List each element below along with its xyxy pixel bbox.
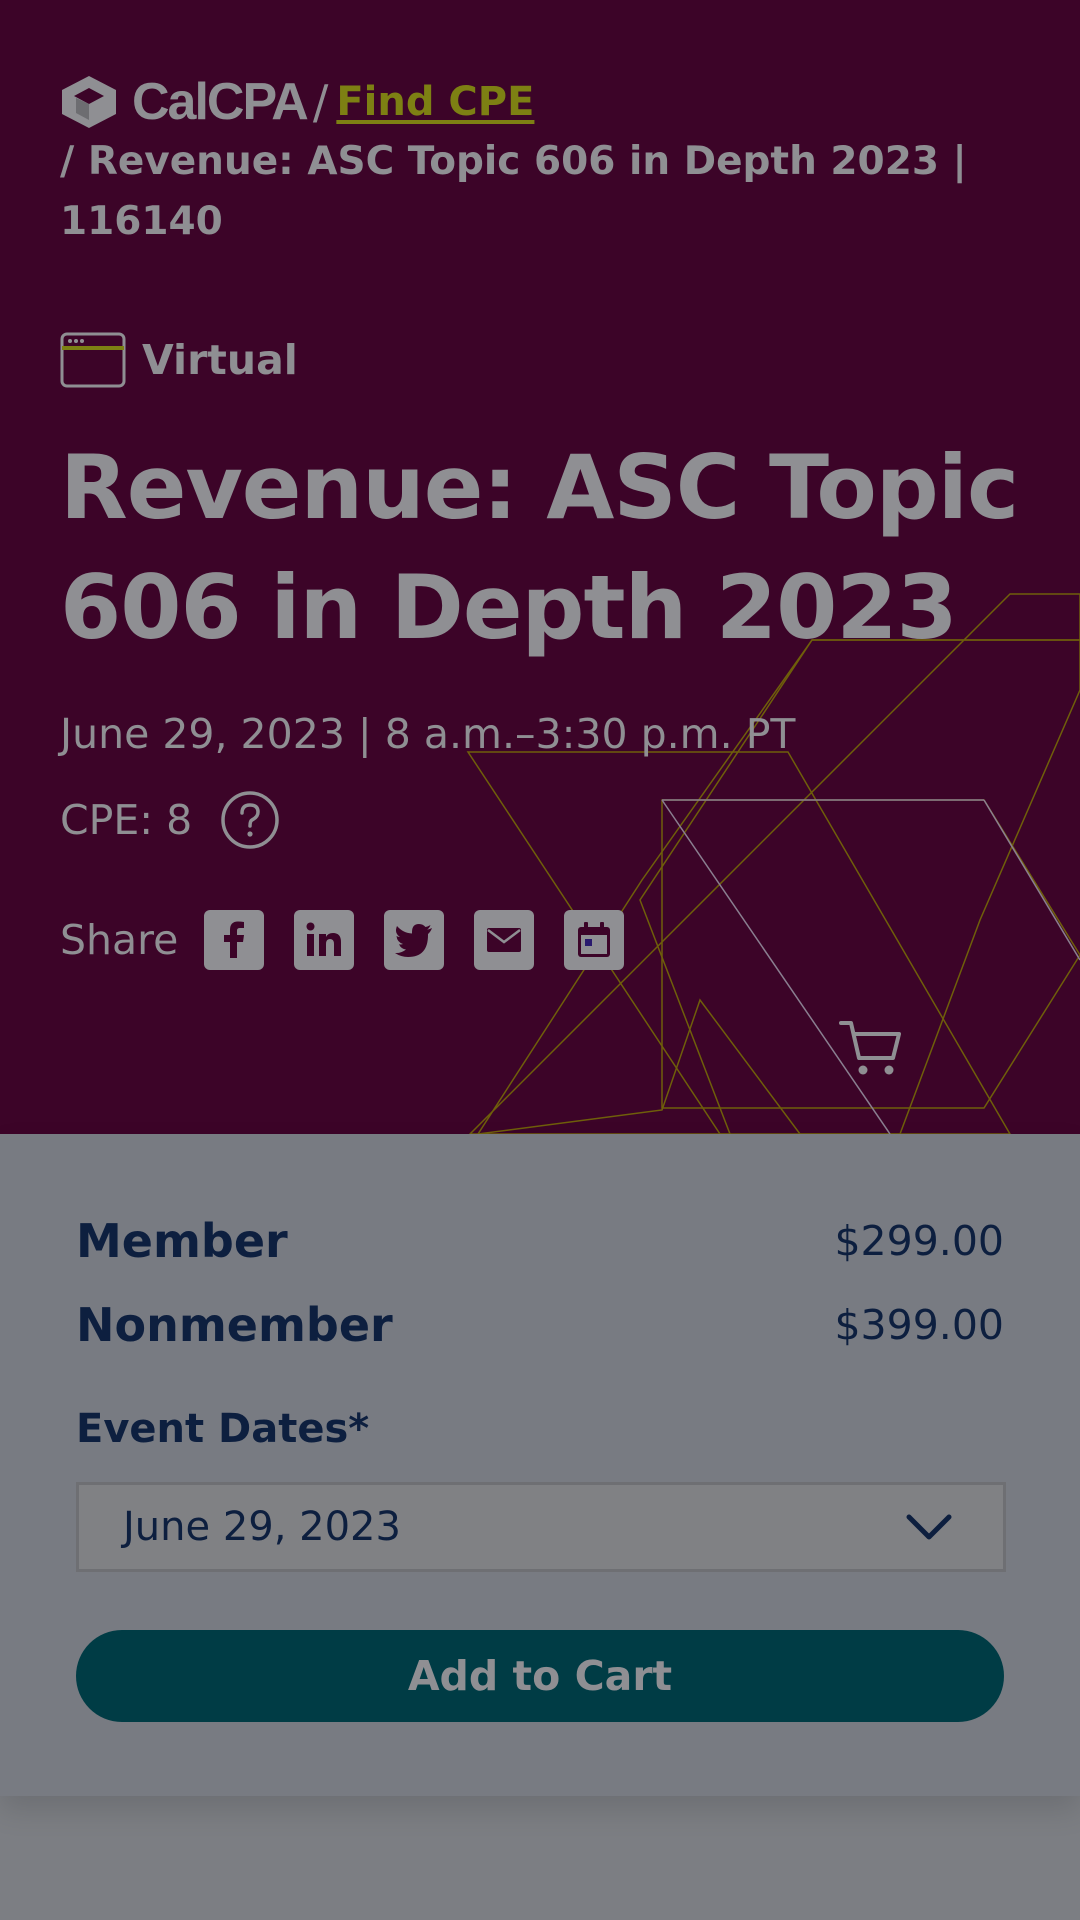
share-linkedin-button[interactable]	[294, 910, 355, 970]
share-email-button[interactable]	[474, 910, 535, 970]
purchase-panel: Member $299.00 Nonmember $399.00 Event D…	[0, 1134, 1080, 1796]
share-label: Share	[60, 916, 179, 964]
cpe-credits: CPE: 8	[60, 790, 280, 850]
logo-text[interactable]: CalCPA	[132, 72, 309, 132]
browser-window-icon	[60, 332, 126, 388]
breadcrumb-current-page: / Revenue: ASC Topic 606 in Depth 2023 |…	[60, 139, 967, 244]
price-row-member: Member $299.00	[76, 1214, 1004, 1268]
share-bar: Share	[60, 910, 654, 970]
page-title: Revenue: ASC Topic 606 in Depth 2023	[60, 436, 1019, 659]
price-value-nonmember: $399.00	[834, 1301, 1004, 1349]
question-mark-circle-icon[interactable]	[220, 790, 280, 850]
event-dates-label: Event Dates*	[76, 1406, 370, 1452]
add-to-cart-button[interactable]: Add to Cart	[76, 1630, 1004, 1722]
shopping-cart-icon[interactable]	[838, 1018, 904, 1080]
price-row-nonmember: Nonmember $399.00	[76, 1298, 1004, 1352]
event-date-selected-value: June 29, 2023	[123, 1504, 401, 1550]
calcpa-logo-icon[interactable]	[60, 74, 118, 130]
breadcrumb-link-find-cpe[interactable]: Find CPE	[336, 72, 534, 132]
twitter-icon	[395, 924, 433, 957]
email-icon	[487, 928, 522, 952]
event-date-select[interactable]: June 29, 2023	[76, 1482, 1006, 1572]
price-label-nonmember: Nonmember	[76, 1298, 393, 1352]
event-datetime: June 29, 2023 | 8 a.m.–3:30 p.m. PT	[60, 710, 796, 758]
facebook-icon	[224, 921, 245, 958]
cpe-label: CPE: 8	[60, 796, 193, 844]
add-to-calendar-button[interactable]	[564, 910, 625, 970]
share-twitter-button[interactable]	[384, 910, 445, 970]
chevron-down-icon	[906, 1514, 952, 1540]
price-value-member: $299.00	[834, 1217, 1004, 1265]
breadcrumb-separator: /	[312, 75, 329, 129]
linkedin-icon	[306, 922, 342, 956]
event-format: Virtual	[60, 332, 298, 388]
breadcrumb: CalCPA / Find CPE / Revenue: ASC Topic 6…	[60, 72, 1000, 252]
share-facebook-button[interactable]	[204, 910, 265, 970]
calendar-icon	[578, 922, 611, 957]
event-hero: CalCPA / Find CPE / Revenue: ASC Topic 6…	[0, 0, 1080, 1134]
event-format-label: Virtual	[142, 336, 298, 384]
price-label-member: Member	[76, 1214, 288, 1268]
